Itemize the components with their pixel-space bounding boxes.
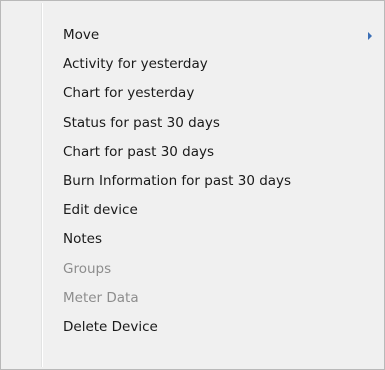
menu-item-label: Meter Data (63, 289, 139, 306)
menu-item-groups: Groups (1, 255, 384, 284)
menu-item-chart-for-past-30-days[interactable]: Chart for past 30 days (1, 138, 384, 167)
menu-item-activity-for-yesterday[interactable]: Activity for yesterday (1, 50, 384, 79)
menu-item-label: Burn Information for past 30 days (63, 172, 292, 189)
menu-item-label: Edit device (63, 202, 138, 219)
menu-item-notes[interactable]: Notes (1, 225, 384, 254)
menu-item-label: Status for past 30 days (63, 114, 220, 131)
menu-item-label: Move (63, 27, 100, 43)
menu-item-edit-device[interactable]: Edit device (1, 196, 384, 225)
chevron-right-icon (368, 31, 372, 40)
menu-item-status-for-past-30-days[interactable]: Status for past 30 days (1, 109, 384, 138)
menu-item-meter-data: Meter Data (1, 284, 384, 313)
menu-item-delete-device[interactable]: Delete Device (1, 313, 384, 342)
menu-item-label: Activity for yesterday (63, 56, 208, 73)
menu-item-move[interactable]: Move (1, 21, 384, 50)
context-menu: Move Activity for yesterday Chart for ye… (0, 0, 385, 370)
menu-item-burn-information[interactable]: Burn Information for past 30 days (1, 167, 384, 196)
menu-item-label: Notes (63, 231, 102, 248)
menu-item-label: Chart for yesterday (63, 85, 195, 102)
menu-item-chart-for-yesterday[interactable]: Chart for yesterday (1, 79, 384, 108)
context-menu-items: Move Activity for yesterday Chart for ye… (1, 21, 384, 342)
menu-item-label: Chart for past 30 days (63, 143, 215, 160)
menu-item-label: Delete Device (63, 318, 158, 335)
menu-item-label: Groups (63, 260, 112, 277)
